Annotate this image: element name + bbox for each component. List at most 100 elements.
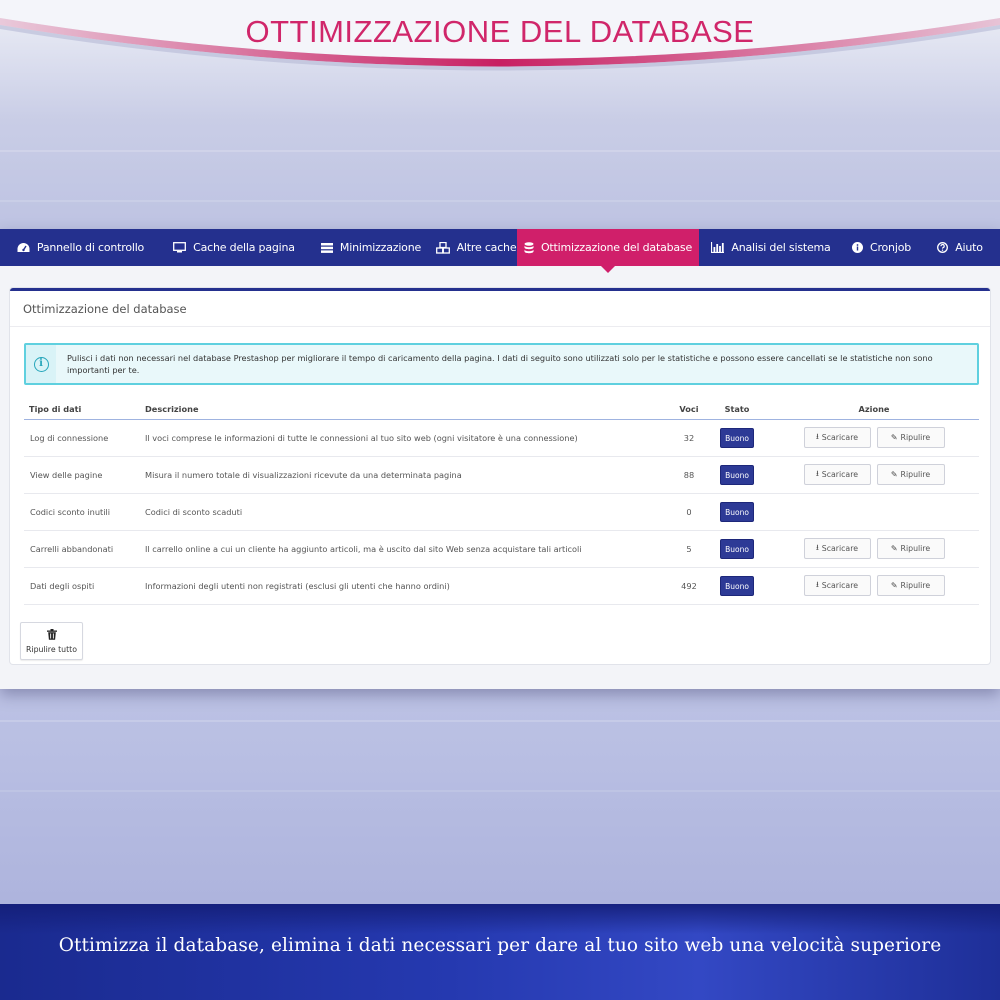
tab-label: Pannello di controllo bbox=[36, 241, 145, 254]
clean-button[interactable]: ✎ Ripulire bbox=[876, 538, 945, 559]
eraser-icon: ✎ bbox=[890, 581, 898, 590]
clean-label: Ripulire bbox=[900, 544, 931, 553]
status-badge: Buono bbox=[720, 575, 754, 596]
bar-chart-icon bbox=[711, 242, 725, 253]
download-button[interactable]: ⭳ Scaricare bbox=[803, 464, 871, 485]
status-badge: Buono bbox=[720, 538, 754, 559]
table-row: View delle pagine Misura il numero total… bbox=[24, 456, 979, 494]
monitor-icon bbox=[173, 242, 187, 253]
cell-actions: ⭳ Scaricare ✎ Ripulire bbox=[769, 456, 979, 494]
cell-type: Carrelli abbandonati bbox=[24, 530, 145, 568]
clean-button[interactable]: ✎ Ripulire bbox=[876, 427, 945, 448]
table-row: Dati degli ospiti Informazioni degli ute… bbox=[24, 567, 979, 605]
help-icon bbox=[937, 242, 949, 253]
module-window: Pannello di controllo Cache della pagina… bbox=[0, 229, 1000, 689]
cell-type: Log di connessione bbox=[24, 419, 145, 457]
trash-icon bbox=[46, 628, 57, 643]
cell-entries: 0 bbox=[673, 493, 705, 531]
clean-button[interactable]: ✎ Ripulire bbox=[876, 575, 945, 596]
info-alert: i Pulisci i dati non necessari nel datab… bbox=[24, 343, 979, 385]
tab-label: Ottimizzazione del database bbox=[540, 241, 693, 254]
column-header-type: Tipo di dati bbox=[24, 399, 145, 420]
download-button[interactable]: ⭳ Scaricare bbox=[803, 575, 871, 596]
cell-status: Buono bbox=[705, 456, 769, 494]
table-row: Log di connessione Il voci comprese le i… bbox=[24, 419, 979, 457]
panel-title: Ottimizzazione del database bbox=[10, 291, 990, 327]
decor-streak bbox=[0, 720, 1000, 722]
clean-button[interactable]: ✎ Ripulire bbox=[876, 464, 945, 485]
table-row: Carrelli abbandonati Il carrello online … bbox=[24, 530, 979, 568]
download-label: Scaricare bbox=[821, 433, 859, 442]
table-header-row: Tipo di dati Descrizione Voci Stato Azio… bbox=[24, 399, 979, 420]
decor-streak bbox=[0, 790, 1000, 792]
info-circle-icon: i bbox=[33, 356, 49, 372]
cell-entries: 88 bbox=[673, 456, 705, 494]
download-icon: ⭳ bbox=[815, 431, 819, 441]
column-header-description: Descrizione bbox=[145, 399, 673, 420]
eraser-icon: ✎ bbox=[890, 470, 898, 479]
clean-label: Ripulire bbox=[900, 470, 931, 479]
tab-cache-della-pagina[interactable]: Cache della pagina bbox=[161, 229, 307, 266]
download-button[interactable]: ⭳ Scaricare bbox=[803, 427, 871, 448]
cubes-icon bbox=[435, 241, 450, 254]
download-label: Scaricare bbox=[821, 544, 859, 553]
cell-description: Informazioni degli utenti non registrati… bbox=[145, 567, 673, 605]
cell-actions bbox=[769, 493, 979, 531]
info-icon bbox=[851, 242, 863, 253]
tab-aiuto[interactable]: Aiuto bbox=[920, 229, 1000, 266]
download-icon: ⭳ bbox=[815, 468, 819, 478]
dashboard-icon bbox=[17, 242, 30, 253]
tab-ottimizzazione-del-database[interactable]: Ottimizzazione del database bbox=[517, 229, 699, 273]
tagline: Ottimizza il database, elimina i dati ne… bbox=[58, 935, 942, 956]
tab-bar: Pannello di controllo Cache della pagina… bbox=[0, 229, 1000, 273]
cell-description: Il voci comprese le informazioni di tutt… bbox=[145, 419, 673, 457]
download-label: Scaricare bbox=[821, 581, 859, 590]
tab-label: Cronjob bbox=[869, 241, 912, 254]
decor-streak bbox=[0, 150, 1000, 152]
cell-type: View delle pagine bbox=[24, 456, 145, 494]
column-header-action: Azione bbox=[769, 399, 979, 420]
clean-label: Ripulire bbox=[900, 433, 931, 442]
cell-description: Codici di sconto scaduti bbox=[145, 493, 673, 531]
download-icon: ⭳ bbox=[815, 542, 819, 552]
tab-label: Aiuto bbox=[955, 241, 983, 254]
column-header-entries: Voci bbox=[673, 399, 705, 420]
tab-label: Altre cache bbox=[456, 241, 517, 254]
cell-status: Buono bbox=[705, 493, 769, 531]
cell-actions: ⭳ Scaricare ✎ Ripulire bbox=[769, 530, 979, 568]
cell-type: Dati degli ospiti bbox=[24, 567, 145, 605]
cell-status: Buono bbox=[705, 567, 769, 605]
info-icon-wrap: i bbox=[26, 345, 56, 383]
tab-altre-cache[interactable]: Altre cache bbox=[435, 229, 517, 266]
database-icon bbox=[524, 241, 534, 254]
cell-entries: 32 bbox=[673, 419, 705, 457]
tab-pannello-di-controllo[interactable]: Pannello di controllo bbox=[0, 229, 161, 266]
cell-entries: 492 bbox=[673, 567, 705, 605]
tab-label: Minimizzazione bbox=[339, 241, 422, 254]
decor-streak bbox=[0, 200, 1000, 202]
server-icon bbox=[320, 242, 333, 253]
status-badge: Buono bbox=[720, 464, 754, 485]
clear-all-button[interactable]: Ripulire tutto bbox=[20, 622, 83, 660]
eraser-icon: ✎ bbox=[890, 433, 898, 442]
info-text: Pulisci i dati non necessari nel databas… bbox=[67, 353, 933, 375]
status-badge: Buono bbox=[720, 501, 754, 522]
cell-status: Buono bbox=[705, 530, 769, 568]
data-table: Tipo di dati Descrizione Voci Stato Azio… bbox=[24, 399, 979, 605]
tab-minimizzazione[interactable]: Minimizzazione bbox=[307, 229, 435, 266]
database-optimization-panel: Ottimizzazione del database i Pulisci i … bbox=[10, 288, 990, 664]
top-banner: OTTIMIZZAZIONE DEL DATABASE bbox=[0, 0, 1000, 90]
table-row: Codici sconto inutili Codici di sconto s… bbox=[24, 493, 979, 531]
cell-type: Codici sconto inutili bbox=[24, 493, 145, 531]
download-button[interactable]: ⭳ Scaricare bbox=[803, 538, 871, 559]
page-heading: OTTIMIZZAZIONE DEL DATABASE bbox=[245, 14, 755, 49]
cell-actions: ⭳ Scaricare ✎ Ripulire bbox=[769, 419, 979, 457]
download-icon: ⭳ bbox=[815, 579, 819, 589]
cell-description: Il carrello online a cui un cliente ha a… bbox=[145, 530, 673, 568]
tab-analisi-del-sistema[interactable]: Analisi del sistema bbox=[699, 229, 843, 266]
eraser-icon: ✎ bbox=[890, 544, 898, 553]
cell-entries: 5 bbox=[673, 530, 705, 568]
tab-cronjob[interactable]: Cronjob bbox=[843, 229, 920, 266]
download-label: Scaricare bbox=[821, 470, 859, 479]
tab-label: Analisi del sistema bbox=[731, 241, 831, 254]
